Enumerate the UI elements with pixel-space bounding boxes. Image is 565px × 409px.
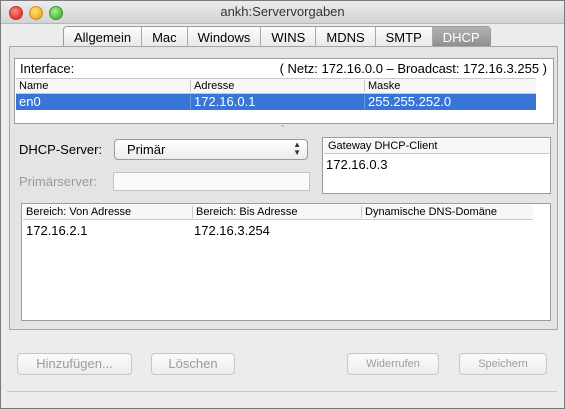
- add-button[interactable]: Hinzufügen...: [17, 353, 132, 375]
- gateway-value[interactable]: 172.16.0.3: [326, 157, 387, 172]
- splitter-handle-icon[interactable]: ˆ: [281, 124, 284, 134]
- interface-table-header: Name Adresse Maske: [16, 78, 536, 94]
- dhcp-server-value: Primär: [127, 142, 166, 157]
- range-from-cell: 172.16.2.1: [26, 223, 88, 238]
- primary-server-input[interactable]: [113, 172, 310, 191]
- network-info: ( Netz: 172.16.0.0 – Broadcast: 172.16.3…: [279, 61, 547, 76]
- dhcp-panel: Interface: ( Netz: 172.16.0.0 – Broadcas…: [9, 46, 558, 330]
- interface-row-selected[interactable]: en0 172.16.0.1 255.255.252.0: [16, 94, 536, 110]
- interface-table: Interface: ( Netz: 172.16.0.0 – Broadcas…: [14, 58, 554, 124]
- main-window: ankh:Servervorgaben Allgemein Mac Window…: [0, 0, 565, 409]
- range-table-header: Bereich: Von Adresse Bereich: Bis Adress…: [23, 205, 533, 220]
- interface-mask-cell: 255.255.252.0: [364, 95, 451, 109]
- tab-smtp[interactable]: SMTP: [376, 27, 433, 48]
- title-bar: ankh:Servervorgaben: [1, 1, 564, 24]
- tab-mac[interactable]: Mac: [142, 27, 188, 48]
- column-header-to[interactable]: Bereich: Bis Adresse: [192, 206, 298, 218]
- gateway-column-header[interactable]: Gateway DHCP-Client: [324, 139, 549, 154]
- bottom-divider: [7, 391, 557, 392]
- dhcp-server-popup[interactable]: Primär ▲ ▼: [114, 139, 308, 160]
- delete-button[interactable]: Löschen: [151, 353, 235, 375]
- tab-windows[interactable]: Windows: [188, 27, 262, 48]
- tab-allgemein[interactable]: Allgemein: [64, 27, 143, 48]
- column-header-address[interactable]: Adresse: [190, 80, 234, 92]
- window-title: ankh:Servervorgaben: [220, 4, 345, 19]
- tab-dhcp[interactable]: DHCP: [432, 27, 490, 48]
- range-table: Bereich: Von Adresse Bereich: Bis Adress…: [21, 203, 551, 321]
- tab-wins[interactable]: WINS: [261, 27, 317, 48]
- column-header-dns[interactable]: Dynamische DNS-Domäne: [361, 206, 497, 218]
- interface-name-cell: en0: [19, 94, 41, 109]
- primary-server-label: Primärserver:: [19, 174, 98, 189]
- interface-label: Interface:: [20, 61, 75, 76]
- dhcp-server-label: DHCP-Server:: [19, 142, 103, 157]
- range-to-cell: 172.16.3.254: [194, 223, 270, 238]
- interface-address-cell: 172.16.0.1: [190, 95, 255, 109]
- column-header-from[interactable]: Bereich: Von Adresse: [23, 206, 131, 218]
- gateway-dhcp-client-table: Gateway DHCP-Client 172.16.0.3: [322, 137, 551, 194]
- popup-arrows-icon: ▲ ▼: [293, 140, 301, 157]
- tab-mdns[interactable]: MDNS: [316, 27, 376, 48]
- revert-button[interactable]: Widerrufen: [347, 353, 439, 375]
- save-button[interactable]: Speichern: [459, 353, 547, 375]
- column-header-mask[interactable]: Maske: [364, 80, 400, 92]
- column-header-name[interactable]: Name: [16, 80, 48, 92]
